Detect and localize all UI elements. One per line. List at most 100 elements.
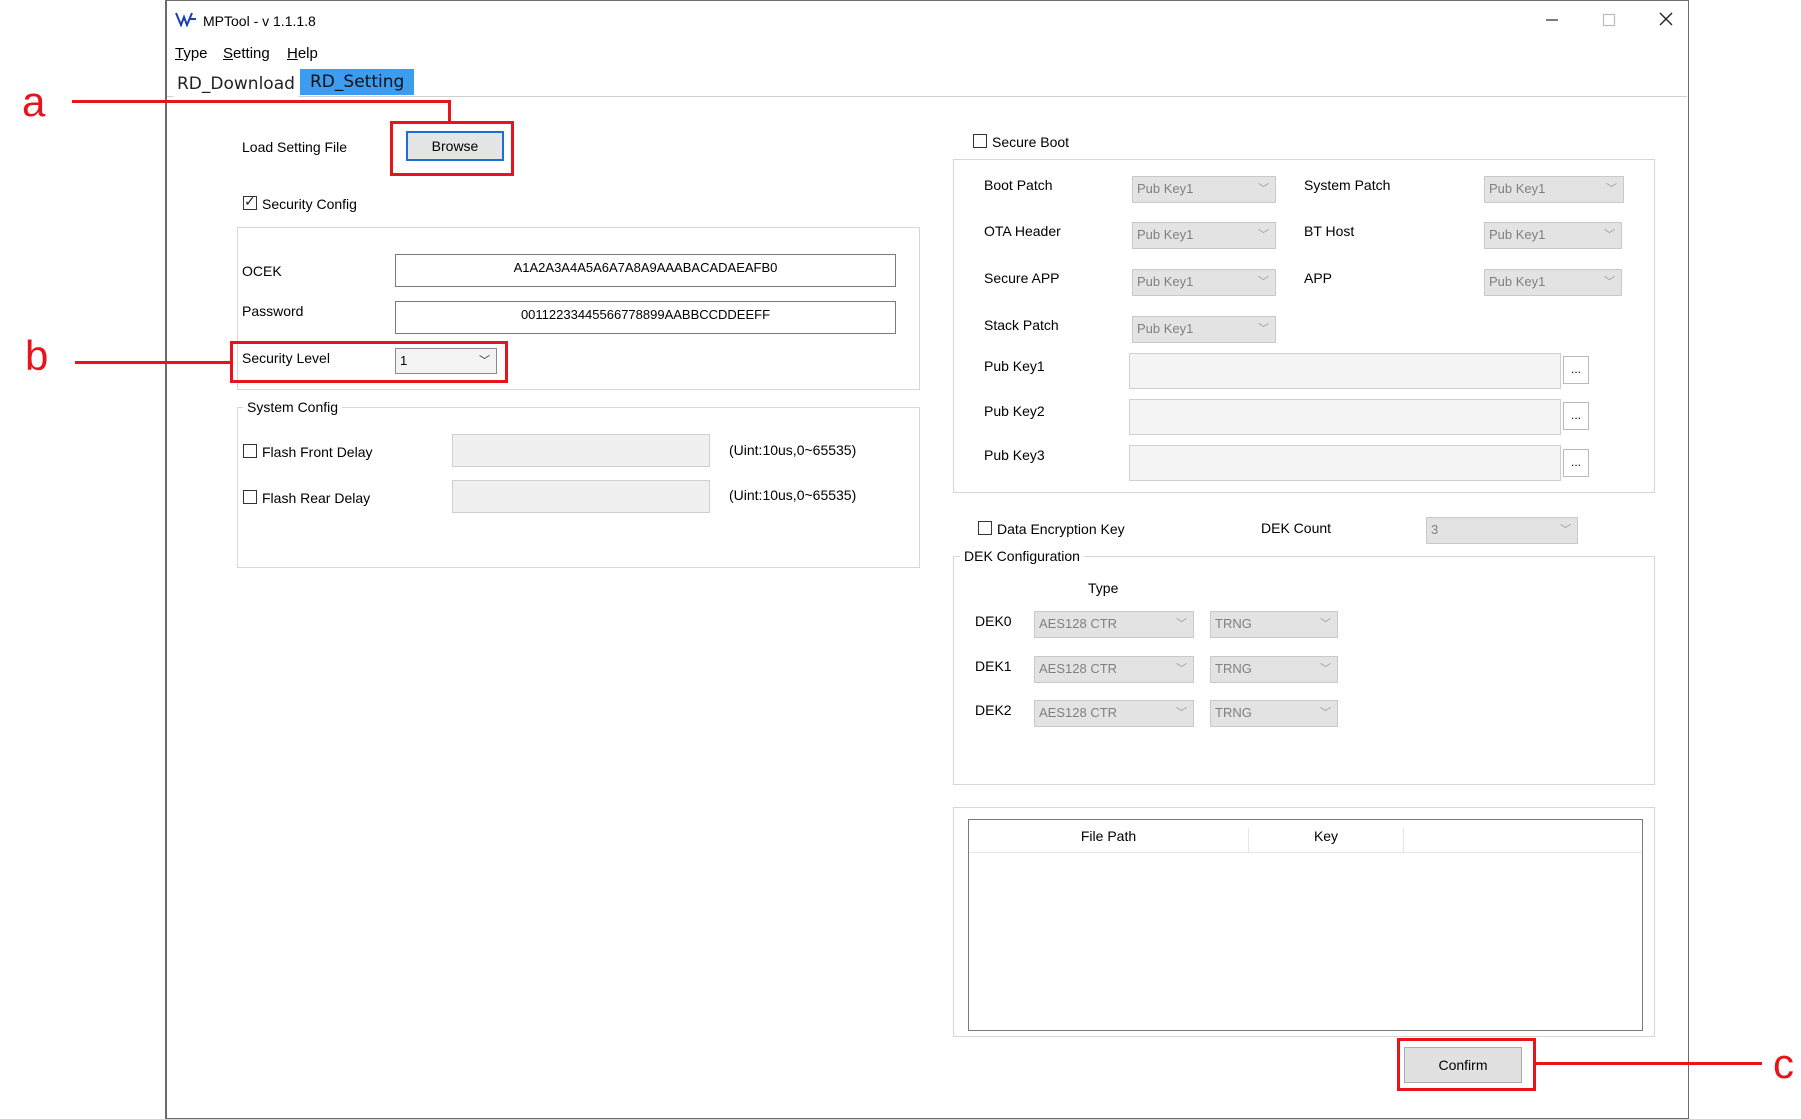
security-config-label: Security Config [262,196,357,212]
dek1-source-value: TRNG [1215,661,1252,676]
menu-help[interactable]: Help [287,45,318,62]
boot-patch-select[interactable]: Pub Key1 ﹀ [1132,176,1276,203]
ocek-label: OCEK [242,263,282,279]
stack-patch-select[interactable]: Pub Key1 ﹀ [1132,316,1276,343]
dek0-algo-value: AES128 CTR [1039,616,1118,631]
dek1-algo-value: AES128 CTR [1039,661,1118,676]
close-button[interactable] [1646,9,1686,33]
dek-count-select[interactable]: 3 ﹀ [1426,517,1578,544]
bt-host-value: Pub Key1 [1489,227,1546,242]
system-patch-value: Pub Key1 [1489,181,1546,196]
chevron-down-icon: ﹀ [1604,276,1615,288]
chevron-down-icon: ﹀ [1258,276,1269,288]
password-field[interactable]: 00112233445566778899AABBCCDDEEFF [395,301,896,334]
callout-b-line [75,361,231,364]
chevron-down-icon: ﹀ [1320,707,1331,719]
chevron-down-icon: ﹀ [1320,663,1331,675]
flash-front-delay-label: Flash Front Delay [262,444,373,460]
chevron-down-icon: ﹀ [1320,618,1331,630]
callout-b-box [230,341,508,383]
tab-rd-setting[interactable]: RD_Setting [300,69,415,95]
dek-type-header: Type [1088,580,1119,596]
file-path-column-header[interactable]: File Path [969,828,1249,852]
callout-c-box [1397,1038,1536,1091]
data-encryption-key-checkbox[interactable] [978,521,992,535]
dek2-source-select[interactable]: TRNG ﹀ [1210,700,1338,727]
app-logo-icon [175,11,197,28]
system-patch-select[interactable]: Pub Key1 ﹀ [1484,176,1624,203]
callout-a-label: a [22,78,46,125]
menu-setting[interactable]: Setting [223,45,270,62]
system-config-label: System Config [243,399,343,415]
secure-app-select[interactable]: Pub Key1 ﹀ [1132,269,1276,296]
key-column-header[interactable]: Key [1249,828,1404,852]
bt-host-select[interactable]: Pub Key1 ﹀ [1484,222,1622,249]
pub-key2-field[interactable] [1129,399,1561,435]
app-value: Pub Key1 [1489,274,1546,289]
ota-header-label: OTA Header [984,223,1061,239]
pub-key3-browse-button[interactable]: ... [1563,449,1589,477]
callout-b-label: b [25,332,49,379]
dek2-algo-value: AES128 CTR [1039,705,1118,720]
chevron-down-icon: ﹀ [1604,229,1615,241]
close-icon [1659,12,1673,26]
flash-front-delay-hint: (Uint:10us,0~65535) [729,442,857,458]
dek1-source-select[interactable]: TRNG ﹀ [1210,656,1338,683]
password-label: Password [242,303,304,319]
minimize-button[interactable] [1532,9,1572,33]
flash-rear-delay-hint: (Uint:10us,0~65535) [729,487,857,503]
dek2-algo-select[interactable]: AES128 CTR ﹀ [1034,700,1194,727]
chevron-down-icon: ﹀ [1606,183,1617,195]
stack-patch-label: Stack Patch [984,317,1059,333]
tab-strip-divider [167,96,1687,97]
dek1-algo-select[interactable]: AES128 CTR ﹀ [1034,656,1194,683]
ota-header-value: Pub Key1 [1137,227,1194,242]
dek0-label: DEK0 [975,613,1012,629]
ocek-field[interactable]: A1A2A3A4A5A6A7A8A9AAABACADAEAFB0 [395,254,896,287]
app-label: APP [1304,270,1333,286]
dek0-source-select[interactable]: TRNG ﹀ [1210,611,1338,638]
file-table[interactable]: File Path Key [968,819,1643,1031]
security-config-checkbox[interactable] [243,193,257,210]
bt-host-label: BT Host [1304,223,1355,239]
menu-type[interactable]: Type [175,45,208,62]
chevron-down-icon: ﹀ [1176,707,1187,719]
boot-patch-value: Pub Key1 [1137,181,1194,196]
boot-patch-label: Boot Patch [984,177,1053,193]
minimize-icon [1546,19,1558,21]
flash-rear-delay-field[interactable] [452,480,710,513]
chevron-down-icon: ﹀ [1258,229,1269,241]
window-title: MPTool - v 1.1.1.8 [203,13,316,29]
dek-count-value: 3 [1431,522,1439,537]
pub-key2-label: Pub Key2 [984,403,1045,419]
chevron-down-icon: ﹀ [1258,323,1269,335]
flash-front-delay-field[interactable] [452,434,710,467]
tab-rd-download[interactable]: RD_Download [173,71,299,97]
pub-key2-browse-button[interactable]: ... [1563,402,1589,430]
secure-boot-label: Secure Boot [992,134,1070,150]
app-select[interactable]: Pub Key1 ﹀ [1484,269,1622,296]
pub-key3-field[interactable] [1129,445,1561,481]
dek1-label: DEK1 [975,658,1012,674]
chevron-down-icon: ﹀ [1176,618,1187,630]
pub-key1-field[interactable] [1129,353,1561,389]
system-patch-label: System Patch [1304,177,1391,193]
dek2-source-value: TRNG [1215,705,1252,720]
secure-boot-checkbox[interactable] [973,134,987,148]
flash-front-delay-checkbox[interactable] [243,444,257,458]
pub-key1-browse-button[interactable]: ... [1563,356,1589,384]
callout-c-label: c [1773,1040,1794,1087]
dek-configuration-label: DEK Configuration [960,548,1084,564]
secure-app-label: Secure APP [984,270,1060,286]
callout-a-line-horizontal [72,100,451,103]
dek0-algo-select[interactable]: AES128 CTR ﹀ [1034,611,1194,638]
secure-app-value: Pub Key1 [1137,274,1194,289]
callout-a-line-vertical [448,100,451,122]
dek2-label: DEK2 [975,702,1012,718]
maximize-button[interactable] [1589,9,1629,33]
flash-rear-delay-checkbox[interactable] [243,490,257,504]
pub-key3-label: Pub Key3 [984,447,1045,463]
pub-key1-label: Pub Key1 [984,358,1045,374]
ota-header-select[interactable]: Pub Key1 ﹀ [1132,222,1276,249]
data-encryption-key-label: Data Encryption Key [997,521,1125,537]
